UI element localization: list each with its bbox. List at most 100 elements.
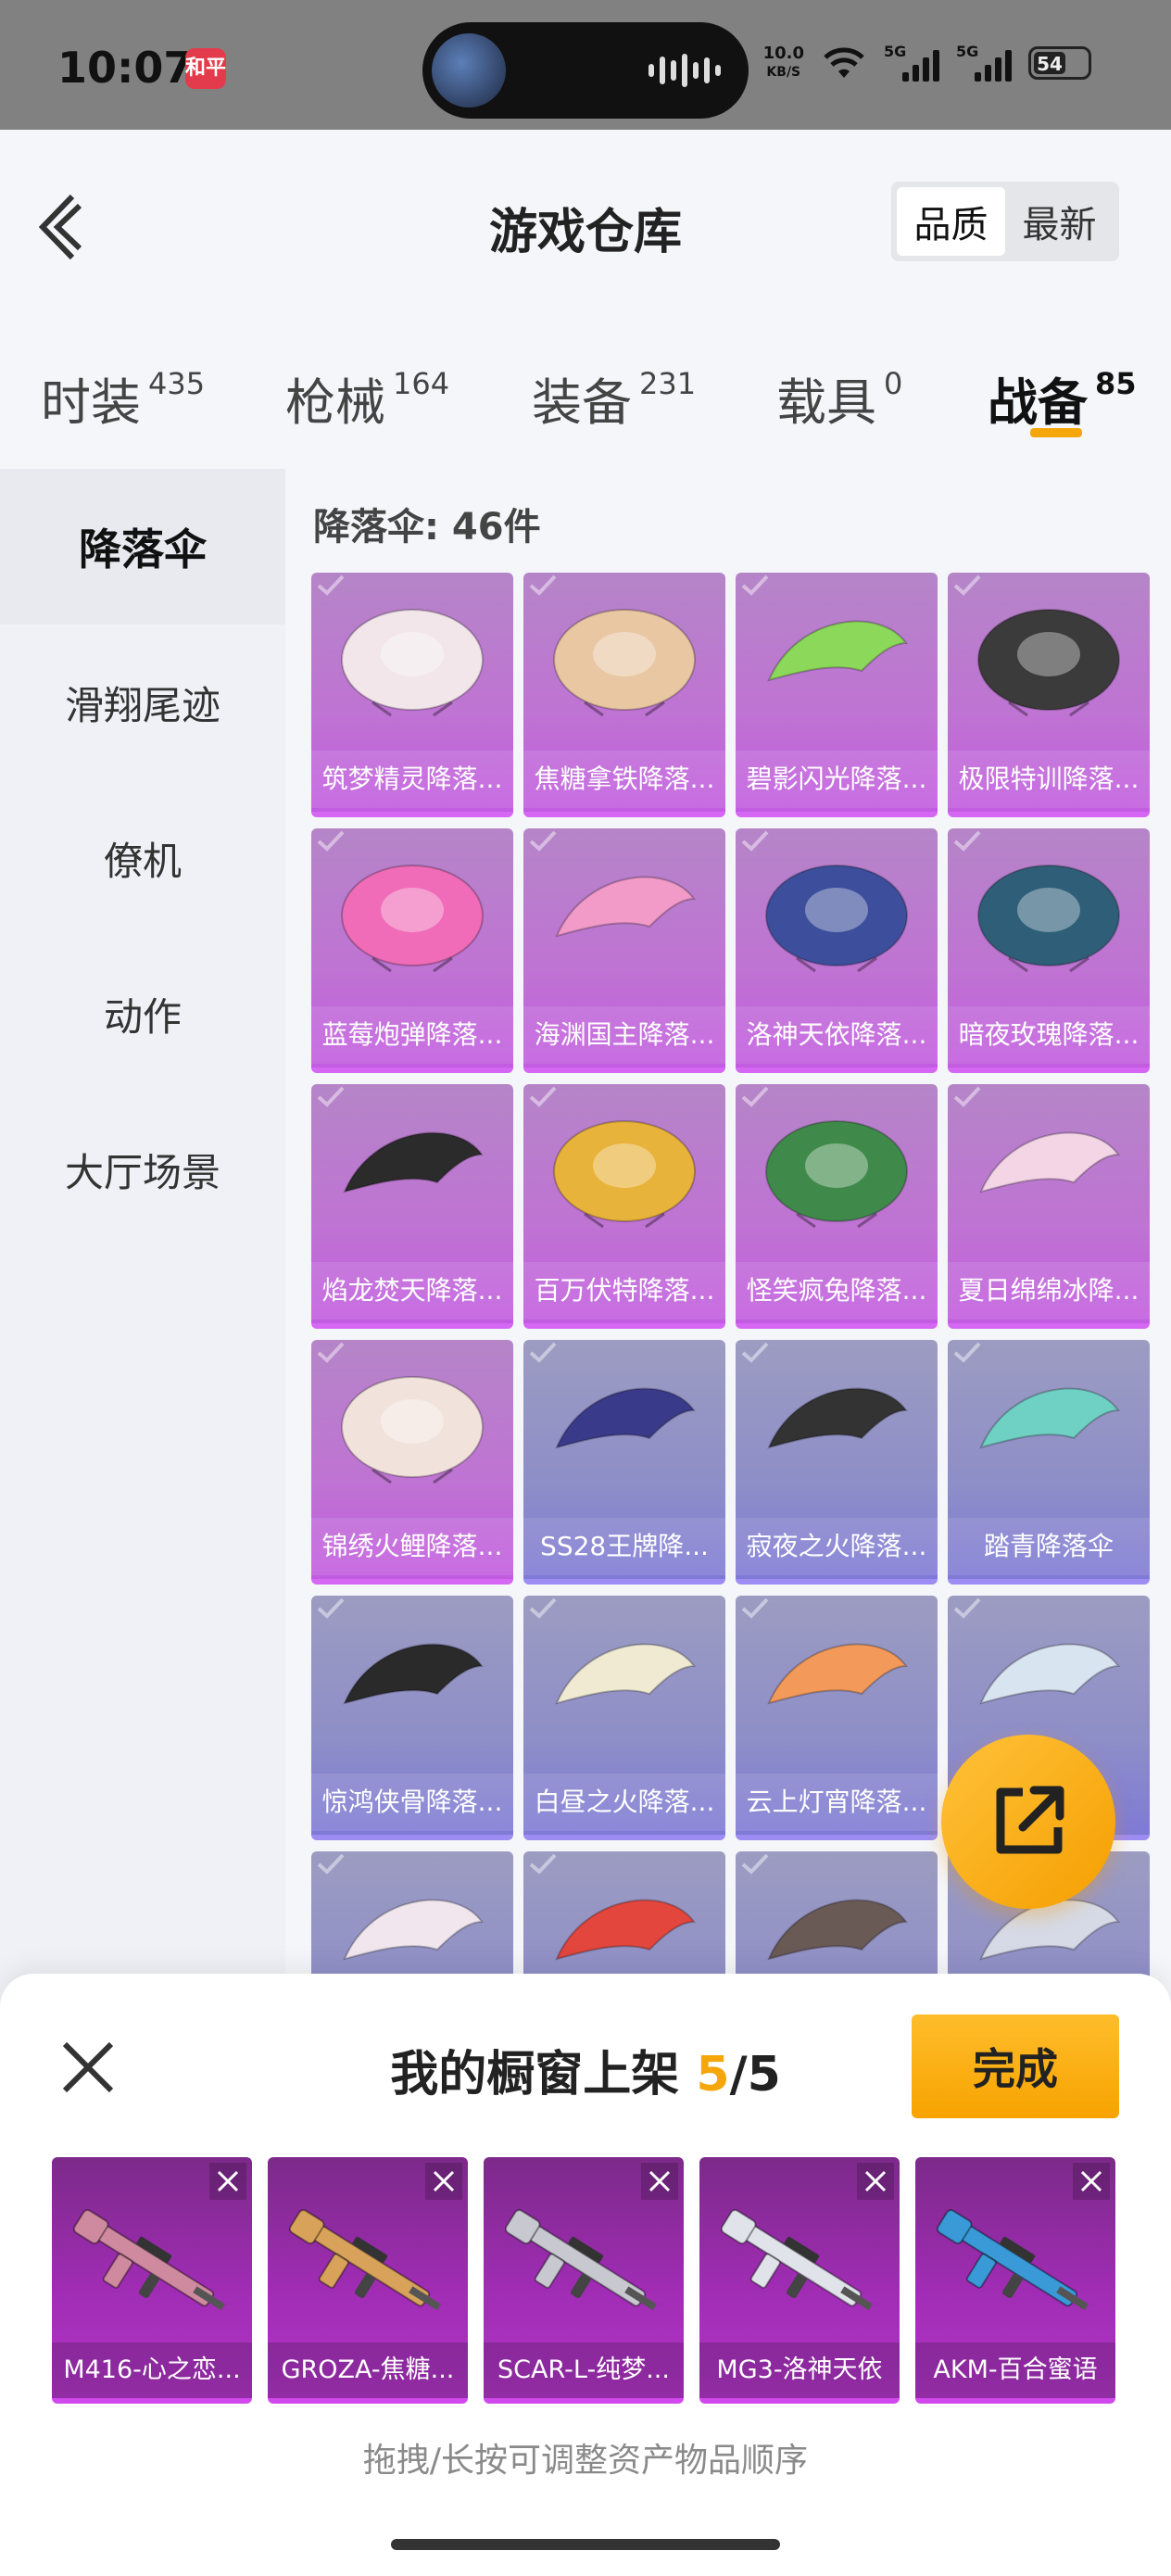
owned-check-icon xyxy=(741,1853,769,1875)
owned-check-icon xyxy=(529,575,557,596)
now-playing-avatar xyxy=(432,33,506,107)
parachute-card[interactable]: 锦绣火鲤降落... xyxy=(311,1340,513,1585)
owned-check-icon xyxy=(317,1086,345,1107)
parachute-image xyxy=(977,865,1120,973)
parachute-name: 暗夜玫瑰降落... xyxy=(948,1006,1150,1064)
tab-readiness[interactable]: 战备 85 xyxy=(988,361,1137,435)
owned-check-icon xyxy=(529,830,557,852)
owned-check-icon xyxy=(953,1597,981,1619)
parachute-name: 锦绣火鲤降落... xyxy=(311,1518,513,1575)
parachute-name: 惊鸿侠骨降落... xyxy=(311,1774,513,1831)
battery-level: 54 xyxy=(1034,52,1066,75)
parachute-card[interactable]: 筑梦精灵降落... xyxy=(311,573,513,817)
game-notification-icon: 和平 xyxy=(185,48,226,89)
sidebar-item-glide-trail[interactable]: 滑翔尾迹 xyxy=(0,625,285,780)
parachute-card[interactable]: 云上灯宵降落... xyxy=(736,1596,938,1840)
tab-fashion[interactable]: 时装 435 xyxy=(41,361,205,435)
parachute-card[interactable]: 焰龙焚天降落... xyxy=(311,1084,513,1329)
owned-check-icon xyxy=(529,1597,557,1619)
weapon-name: GROZA-焦糖... xyxy=(268,2342,468,2398)
parachute-card[interactable]: 寂夜之火降落... xyxy=(736,1340,938,1585)
showcase-slot[interactable]: SCAR-L-纯梦... xyxy=(484,2157,684,2404)
signal-icon-2: 5G xyxy=(956,43,1012,82)
weapon-image xyxy=(720,2209,873,2311)
showcase-slot[interactable]: AKM-百合蜜语 xyxy=(915,2157,1115,2404)
parachute-card[interactable]: SS28王牌降... xyxy=(523,1340,725,1585)
parachute-name: 焦糖拿铁降落... xyxy=(523,751,725,808)
battery-icon: 54 xyxy=(1028,46,1091,80)
owned-check-icon xyxy=(317,1597,345,1619)
weapon-image xyxy=(288,2209,441,2311)
parachute-name: 怪笑疯兔降落... xyxy=(736,1262,938,1320)
parachute-card[interactable]: 洛神天依降落... xyxy=(736,828,938,1073)
parachute-name: 蓝莓炮弹降落... xyxy=(311,1006,513,1064)
owned-check-icon xyxy=(953,830,981,852)
parachute-card[interactable]: 碧影闪光降落... xyxy=(736,573,938,817)
sidebar-item-wingman[interactable]: 僚机 xyxy=(0,780,285,936)
sort-newest-option[interactable]: 最新 xyxy=(1005,187,1114,256)
parachute-name: 白昼之火降落... xyxy=(523,1774,725,1831)
sort-quality-option[interactable]: 品质 xyxy=(897,187,1005,256)
signal-icon: 5G xyxy=(884,43,939,82)
parachute-image xyxy=(765,865,908,973)
owned-check-icon xyxy=(317,1342,345,1363)
parachute-image xyxy=(977,609,1120,717)
parachute-card[interactable]: 百万伏特降落... xyxy=(523,1084,725,1329)
home-indicator[interactable] xyxy=(391,2539,780,2550)
sort-toggle[interactable]: 品质 最新 xyxy=(891,182,1119,261)
weapon-name: M416-心之恋... xyxy=(52,2342,252,2398)
parachute-card[interactable]: 蓝莓炮弹降落... xyxy=(311,828,513,1073)
owned-check-icon xyxy=(741,1086,769,1107)
parachute-name: 筑梦精灵降落... xyxy=(311,751,513,808)
parachute-image xyxy=(979,1387,1120,1449)
share-button[interactable] xyxy=(941,1735,1115,1909)
parachute-image xyxy=(553,1120,696,1229)
parachute-image xyxy=(767,1387,908,1449)
parachute-image xyxy=(341,865,484,973)
parachute-name: 碧影闪光降落... xyxy=(736,751,938,808)
tab-equipment[interactable]: 装备 231 xyxy=(532,361,696,435)
parachute-image xyxy=(555,1643,696,1705)
owned-check-icon xyxy=(741,575,769,596)
weapon-image xyxy=(504,2209,657,2311)
wifi-icon xyxy=(824,47,864,78)
weapon-name: MG3-洛神天依 xyxy=(699,2342,900,2398)
dynamic-island[interactable] xyxy=(422,22,749,119)
parachute-card[interactable]: 极限特训降落... xyxy=(948,573,1150,817)
sidebar-item-emote[interactable]: 动作 xyxy=(0,936,285,1092)
parachute-card[interactable]: 白昼之火降落... xyxy=(523,1596,725,1840)
parachute-image xyxy=(979,1643,1120,1705)
showcase-current-count: 5 xyxy=(696,2047,730,2102)
active-tab-indicator xyxy=(1030,428,1082,437)
sidebar-item-parachute[interactable]: 降落伞 xyxy=(0,469,285,625)
owned-check-icon xyxy=(741,830,769,852)
parachute-card[interactable]: 暗夜玫瑰降落... xyxy=(948,828,1150,1073)
parachute-name: 夏日绵绵冰降... xyxy=(948,1262,1150,1320)
status-time: 10:07 xyxy=(57,43,194,93)
audio-wave-icon xyxy=(648,50,721,91)
owned-check-icon xyxy=(317,575,345,596)
tab-vehicles[interactable]: 载具 0 xyxy=(776,361,902,435)
parachute-card[interactable]: 踏青降落伞 xyxy=(948,1340,1150,1585)
sidebar-item-lobby-scene[interactable]: 大厅场景 xyxy=(0,1092,285,1247)
parachute-name: 云上灯宵降落... xyxy=(736,1774,938,1831)
showcase-slot[interactable]: M416-心之恋... xyxy=(52,2157,252,2404)
reorder-hint: 拖拽/长按可调整资产物品顺序 xyxy=(362,2442,809,2480)
parachute-card[interactable]: 夏日绵绵冰降... xyxy=(948,1084,1150,1329)
showcase-slot[interactable]: GROZA-焦糖... xyxy=(268,2157,468,2404)
owned-check-icon xyxy=(317,830,345,852)
parachute-card[interactable]: 海渊国主降落... xyxy=(523,828,725,1073)
showcase-sheet: 我的橱窗上架 5/5 完成 M416-心之恋... GROZA-焦糖... SC… xyxy=(0,1974,1171,2576)
tab-guns[interactable]: 枪械 164 xyxy=(285,361,449,435)
parachute-image xyxy=(343,1131,484,1193)
showcase-slot[interactable]: MG3-洛神天依 xyxy=(699,2157,900,2404)
header: 游戏仓库 品质 最新 时装 435 枪械 164 装备 231 载具 0 战备 85 xyxy=(0,130,1171,473)
showcase-max-count: 5 xyxy=(747,2047,781,2102)
done-button[interactable]: 完成 xyxy=(912,2014,1119,2118)
parachute-card[interactable]: 焦糖拿铁降落... xyxy=(523,573,725,817)
parachute-card[interactable]: 惊鸿侠骨降落... xyxy=(311,1596,513,1840)
parachute-image xyxy=(765,1120,908,1229)
parachute-name: 踏青降落伞 xyxy=(948,1518,1150,1575)
parachute-card[interactable]: 怪笑疯兔降落... xyxy=(736,1084,938,1329)
owned-check-icon xyxy=(529,1853,557,1875)
